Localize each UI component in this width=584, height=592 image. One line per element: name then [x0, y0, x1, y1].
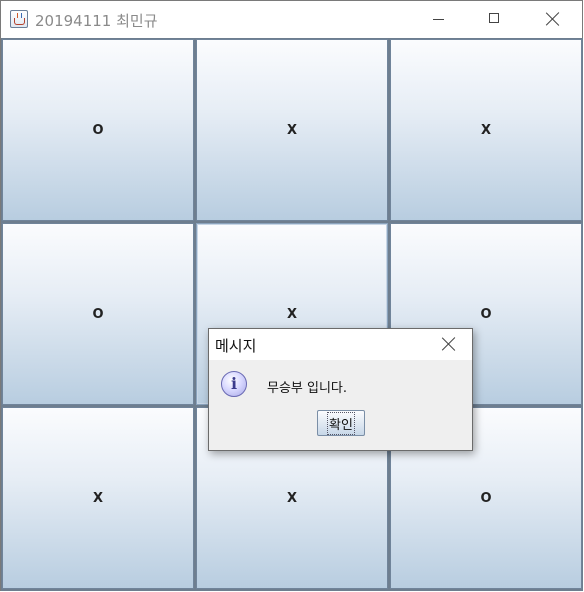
maximize-button[interactable] [471, 1, 517, 38]
window-title: 20194111 최민규 [35, 12, 158, 30]
cell-mark: X [480, 122, 492, 138]
cell-mark: X [92, 490, 104, 506]
dialog-title-bar[interactable]: 메시지 [209, 329, 472, 360]
board-cell[interactable]: O [2, 39, 194, 221]
close-icon [546, 12, 560, 26]
board-cell[interactable]: X [390, 39, 582, 221]
cell-mark: X [286, 490, 298, 506]
ok-button[interactable]: 확인 [317, 410, 365, 436]
board-cell[interactable]: O [2, 223, 194, 405]
tic-tac-toe-board: O X X O X O X X O [1, 38, 583, 591]
message-dialog: 메시지 i 무승부 입니다. 확인 [208, 328, 473, 451]
java-cup-icon[interactable] [10, 10, 28, 28]
board-cell[interactable]: X [196, 39, 388, 221]
ok-button-label: 확인 [327, 411, 355, 435]
cell-mark: O [480, 306, 492, 322]
title-bar[interactable]: 20194111 최민규 [1, 1, 582, 38]
close-button[interactable] [530, 1, 576, 38]
cell-mark: X [286, 122, 298, 138]
dialog-message: 무승부 입니다. [267, 381, 348, 396]
cell-mark: O [92, 306, 104, 322]
cell-mark: O [92, 122, 104, 138]
main-window: 20194111 최민규 O X X O X O X X O [0, 0, 583, 591]
minimize-button[interactable] [415, 1, 461, 38]
dialog-close-button[interactable] [428, 329, 472, 360]
cell-mark: O [480, 490, 492, 506]
close-icon [442, 337, 456, 351]
information-icon: i [221, 371, 247, 397]
cell-mark: X [286, 306, 298, 322]
dialog-title: 메시지 [215, 337, 257, 355]
board-cell[interactable]: X [2, 407, 194, 589]
